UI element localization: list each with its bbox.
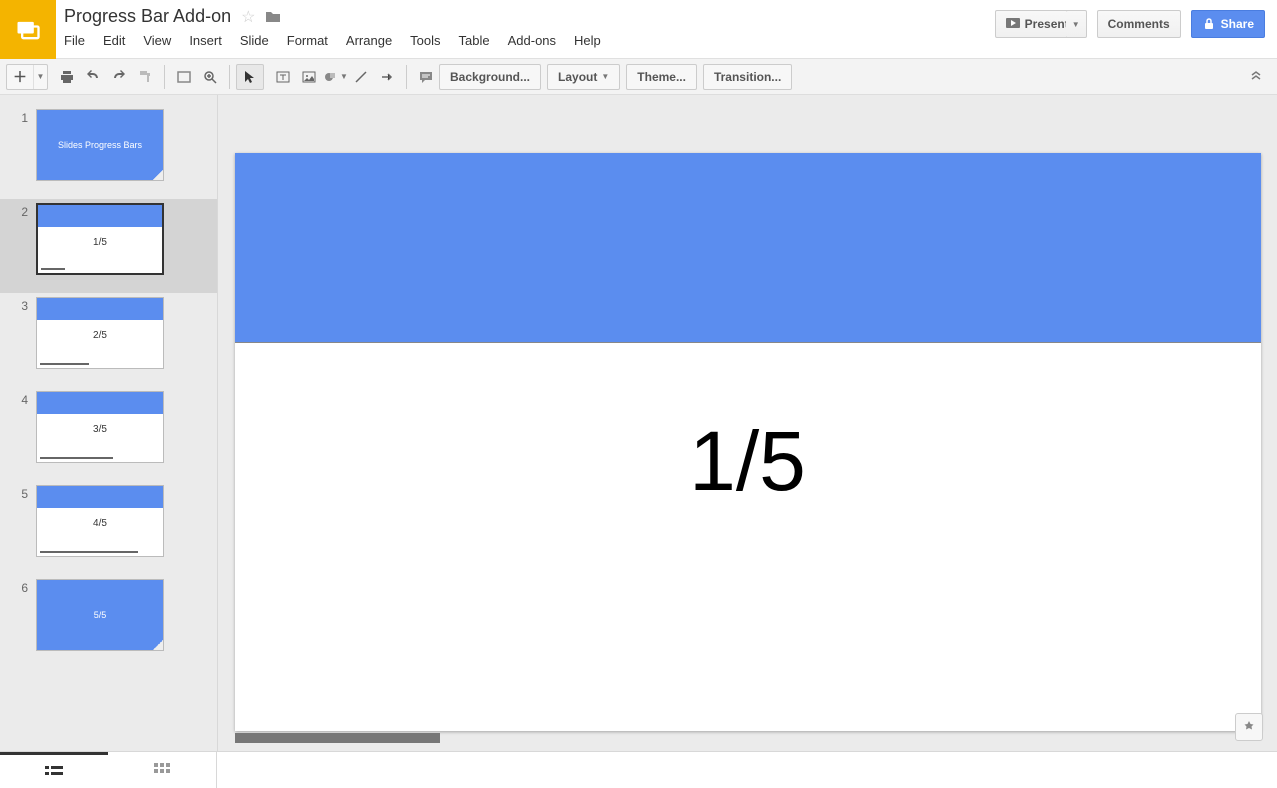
paint-format-button[interactable]	[132, 65, 158, 89]
comments-label: Comments	[1108, 17, 1170, 31]
slide-body-text[interactable]: 1/5	[235, 413, 1261, 510]
slide-panel[interactable]: 1Slides Progress Bars 2 1/5 3 2/5 4 3/5 5 4/5 65/…	[0, 95, 218, 751]
slides-logo-icon	[14, 16, 42, 44]
separator	[406, 65, 407, 89]
thumb-number: 1	[16, 109, 36, 125]
title-area: Progress Bar Add-on ☆ File Edit View Ins…	[56, 0, 995, 48]
app-logo[interactable]	[0, 0, 56, 59]
line-tool[interactable]	[348, 65, 374, 89]
comments-button[interactable]: Comments	[1097, 10, 1181, 38]
thumb-number: 5	[16, 485, 36, 501]
thumb-progress-bar	[40, 551, 138, 553]
slide-thumbnail[interactable]: 3/5	[36, 391, 164, 463]
menu-help[interactable]: Help	[574, 33, 601, 48]
slide-thumbnail[interactable]: Slides Progress Bars	[36, 109, 164, 181]
thumb-row-3[interactable]: 3 2/5	[0, 293, 217, 387]
layout-button[interactable]: Layout▼	[547, 64, 620, 90]
separator	[216, 752, 217, 788]
lock-icon	[1202, 18, 1216, 30]
thumb-number: 4	[16, 391, 36, 407]
workspace: 1Slides Progress Bars 2 1/5 3 2/5 4 3/5 5 4/5 65/…	[0, 95, 1277, 751]
move-folder-icon[interactable]	[265, 10, 281, 24]
separator	[164, 65, 165, 89]
grid-view-button[interactable]	[108, 752, 216, 787]
slide-thumbnail[interactable]: 2/5	[36, 297, 164, 369]
separator	[229, 65, 230, 89]
menu-slide[interactable]: Slide	[240, 33, 269, 48]
header-actions: Present ▼ Comments Share	[995, 0, 1277, 38]
play-screen-icon	[1006, 18, 1020, 30]
thumb-number: 6	[16, 579, 36, 595]
menu-format[interactable]: Format	[287, 33, 328, 48]
shape-tool[interactable]: ▼	[322, 65, 348, 89]
redo-button[interactable]	[106, 65, 132, 89]
present-button[interactable]: Present	[995, 10, 1076, 38]
thumb-title-text: 5/5	[37, 580, 163, 650]
share-label: Share	[1221, 17, 1254, 31]
progress-bar-shape[interactable]	[235, 733, 440, 743]
select-tool[interactable]	[236, 64, 264, 90]
layout-label: Layout	[558, 70, 597, 84]
thumb-body-text: 2/5	[37, 330, 163, 341]
thumb-body-text: 3/5	[37, 424, 163, 435]
transition-label: Transition...	[714, 70, 781, 84]
thumb-body-text: 4/5	[37, 518, 163, 529]
arrow-tool[interactable]	[374, 65, 400, 89]
image-tool[interactable]	[296, 65, 322, 89]
present-dropdown[interactable]: ▼	[1066, 10, 1087, 38]
share-button[interactable]: Share	[1191, 10, 1265, 38]
star-icon[interactable]: ☆	[241, 7, 255, 27]
thumb-row-4[interactable]: 4 3/5	[0, 387, 217, 481]
thumb-progress-bar	[40, 363, 89, 365]
present-label: Present	[1025, 17, 1069, 31]
filmstrip-view-button[interactable]	[0, 752, 108, 787]
menu-bar: File Edit View Insert Slide Format Arran…	[64, 33, 987, 48]
slide-header-shape[interactable]	[235, 153, 1261, 343]
thumb-number: 3	[16, 297, 36, 313]
theme-button[interactable]: Theme...	[626, 64, 697, 90]
thumb-row-6[interactable]: 65/5	[0, 575, 217, 669]
menu-addons[interactable]: Add-ons	[508, 33, 556, 48]
menu-view[interactable]: View	[143, 33, 171, 48]
new-slide-group: ＋ ▼	[6, 64, 48, 90]
new-slide-button[interactable]: ＋	[7, 65, 33, 89]
canvas-area[interactable]: 1/5	[218, 95, 1277, 751]
menu-table[interactable]: Table	[459, 33, 490, 48]
slide-thumbnail[interactable]: 4/5	[36, 485, 164, 557]
toolbar: ＋ ▼ ▼ Background... Layout▼ Theme... Tra…	[0, 59, 1277, 95]
thumb-number: 2	[16, 203, 36, 219]
menu-file[interactable]: File	[64, 33, 85, 48]
current-slide[interactable]: 1/5	[235, 153, 1261, 731]
menu-edit[interactable]: Edit	[103, 33, 125, 48]
explore-button[interactable]	[1235, 713, 1263, 741]
undo-button[interactable]	[80, 65, 106, 89]
thumb-row-5[interactable]: 5 4/5	[0, 481, 217, 575]
background-button[interactable]: Background...	[439, 64, 541, 90]
zoom-button[interactable]	[197, 65, 223, 89]
thumb-progress-bar	[40, 457, 113, 459]
thumb-body-text: 1/5	[38, 237, 162, 248]
zoom-fit-button[interactable]	[171, 65, 197, 89]
menu-insert[interactable]: Insert	[189, 33, 222, 48]
thumb-progress-bar	[41, 268, 65, 270]
transition-button[interactable]: Transition...	[703, 64, 792, 90]
document-title[interactable]: Progress Bar Add-on	[64, 6, 231, 27]
menu-tools[interactable]: Tools	[410, 33, 440, 48]
textbox-tool[interactable]	[270, 65, 296, 89]
print-button[interactable]	[54, 65, 80, 89]
footer	[0, 751, 1277, 787]
thumb-row-2[interactable]: 2 1/5	[0, 199, 217, 293]
slide-thumbnail[interactable]: 1/5	[36, 203, 164, 275]
hide-menus-button[interactable]	[1249, 70, 1263, 84]
thumb-title-text: Slides Progress Bars	[37, 110, 163, 180]
comment-tool[interactable]	[413, 65, 439, 89]
app-header: Progress Bar Add-on ☆ File Edit View Ins…	[0, 0, 1277, 59]
new-slide-dropdown[interactable]: ▼	[33, 65, 47, 89]
background-label: Background...	[450, 70, 530, 84]
thumb-row-1[interactable]: 1Slides Progress Bars	[0, 105, 217, 199]
theme-label: Theme...	[637, 70, 686, 84]
menu-arrange[interactable]: Arrange	[346, 33, 392, 48]
slide-thumbnail[interactable]: 5/5	[36, 579, 164, 651]
